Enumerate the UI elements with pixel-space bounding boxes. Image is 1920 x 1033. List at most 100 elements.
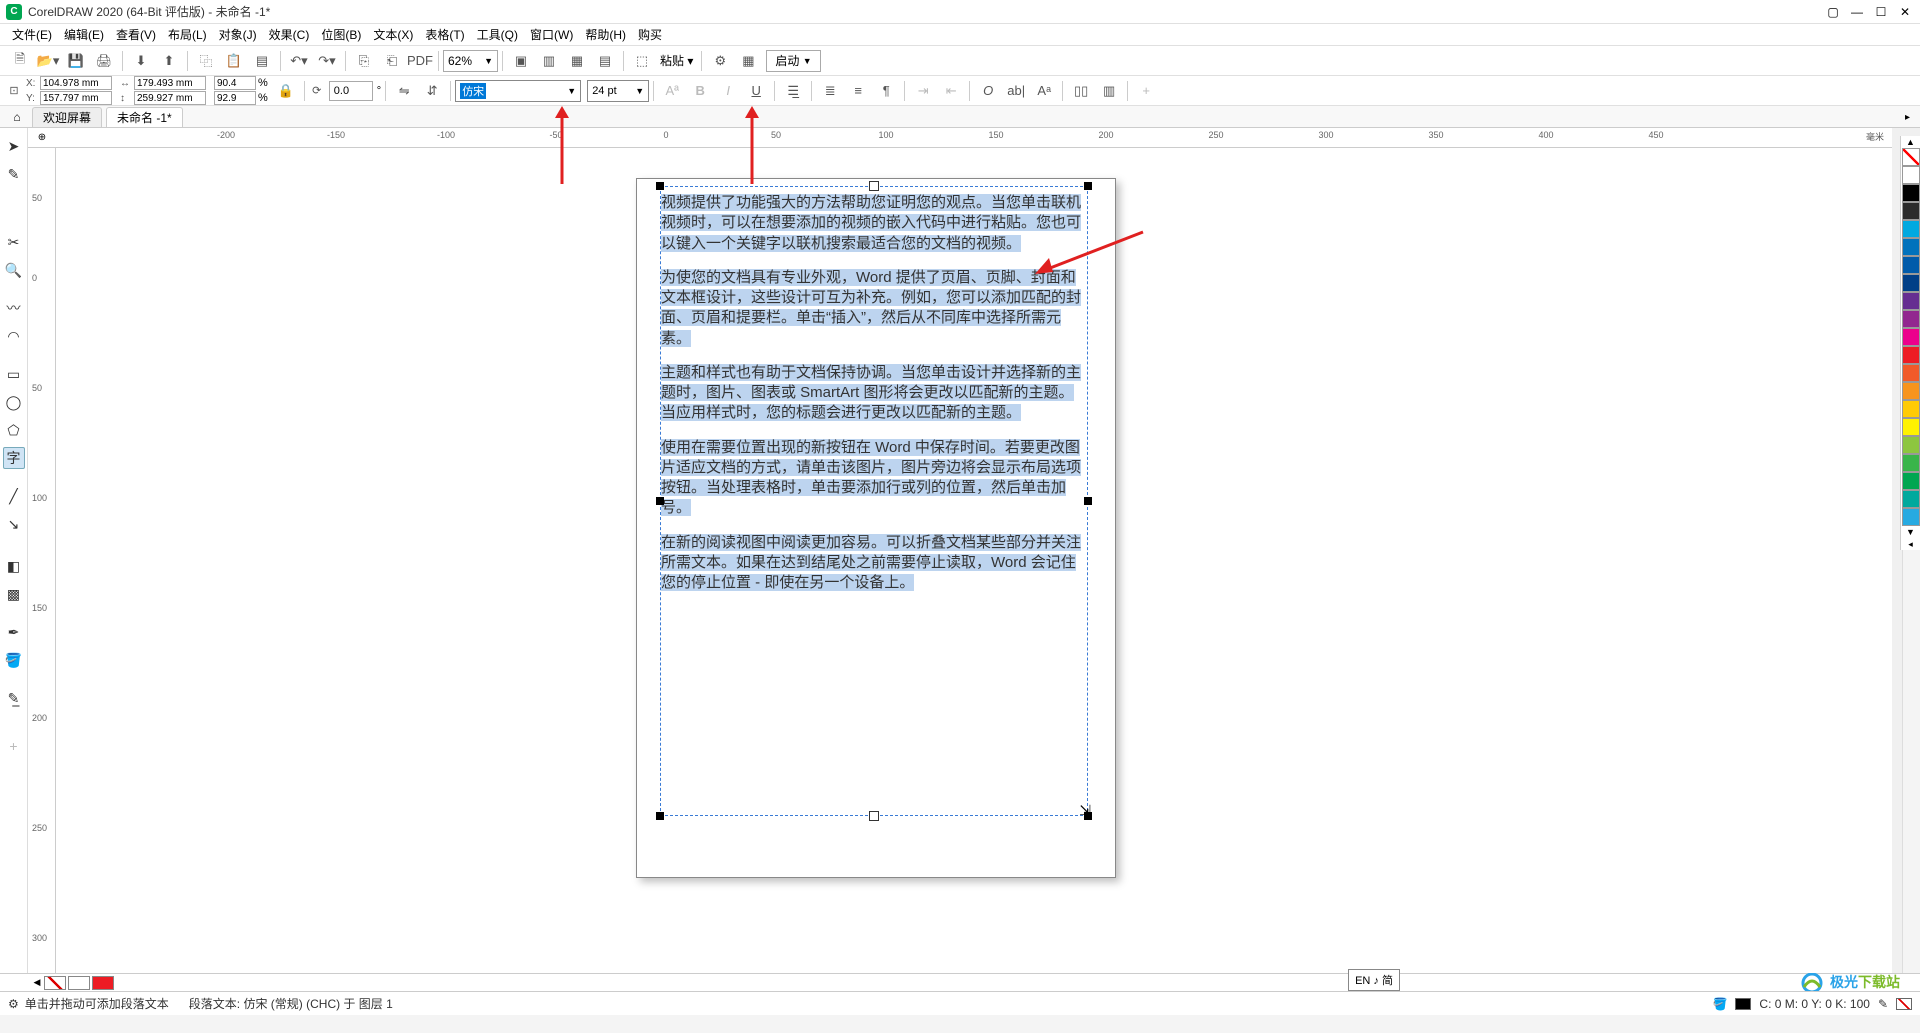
menu-bitmap[interactable]: 位图(B) [315, 24, 367, 45]
paragraph-text-frame[interactable]: ⇲ 视频提供了功能强大的方法帮助您证明您的观点。当您单击联机视频时，可以在想要添… [660, 186, 1088, 816]
palette-flyout-icon[interactable]: ◂ [1901, 538, 1920, 550]
dropshadow-icon[interactable]: ◧ [3, 555, 25, 577]
handle-top-left[interactable] [656, 182, 664, 190]
vertical-ruler[interactable]: 50 0 50 100 150 200 250 300 [28, 148, 56, 1008]
align-left-to-icon[interactable]: ⎘ [352, 49, 376, 73]
swatch-17[interactable] [1902, 472, 1920, 490]
text-style-icon[interactable]: Aª [660, 79, 684, 103]
palette-down-icon[interactable]: ▼ [1901, 526, 1920, 538]
swatch-7[interactable] [1902, 292, 1920, 310]
handle-mid-left[interactable] [656, 497, 664, 505]
scale-x-input[interactable]: 90.4 [214, 76, 256, 90]
width-input[interactable]: 179.493 mm [134, 76, 206, 90]
launcher-icon[interactable]: ▦ [736, 49, 760, 73]
add-tool-icon[interactable]: + [3, 735, 25, 757]
menu-layout[interactable]: 布局(L) [162, 24, 213, 45]
menu-view[interactable]: 查看(V) [110, 24, 162, 45]
swatch-14[interactable] [1902, 418, 1920, 436]
pos-y-input[interactable]: 157.797 mm [40, 91, 112, 105]
doc-swatch-red[interactable] [92, 976, 114, 990]
align-right-to-icon[interactable]: ⎗ [380, 49, 404, 73]
show-guides-icon[interactable]: ▤ [593, 49, 617, 73]
swatch-9[interactable] [1902, 328, 1920, 346]
indent-inc-icon[interactable]: ⇥ [911, 79, 935, 103]
fill-icon[interactable]: 🪣 [3, 649, 25, 671]
outline-icon[interactable]: ✎̲ [3, 687, 25, 709]
height-input[interactable]: 259.927 mm [134, 91, 206, 105]
swatch-3[interactable] [1902, 220, 1920, 238]
doc-swatch-none[interactable] [44, 976, 66, 990]
fill-swatch[interactable] [1735, 998, 1751, 1010]
swatch-19[interactable] [1902, 508, 1920, 526]
handle-mid-right[interactable] [1084, 497, 1092, 505]
save-icon[interactable]: 💾 [64, 49, 88, 73]
font-family-combo[interactable]: 仿宋 ▼ [455, 80, 581, 102]
indent-dec-icon[interactable]: ⇤ [939, 79, 963, 103]
menu-help[interactable]: 帮助(H) [579, 24, 632, 45]
redo-icon[interactable]: ↷▾ [315, 49, 339, 73]
status-options-icon[interactable]: ⚙ [8, 997, 19, 1011]
maximize-icon[interactable]: ☐ [1872, 3, 1890, 21]
text-flow-out-handle[interactable] [869, 811, 879, 821]
eyedropper-icon[interactable]: ✒ [3, 621, 25, 643]
show-grid-icon[interactable]: ▦ [565, 49, 589, 73]
import-icon[interactable]: ⬇ [129, 49, 153, 73]
tab-untitled[interactable]: 未命名 -1* [106, 107, 183, 127]
swatch-2[interactable] [1902, 202, 1920, 220]
text-align-icon[interactable]: ☰̲ [781, 79, 805, 103]
mirror-v-icon[interactable]: ⇵ [420, 79, 444, 103]
home-tab-icon[interactable]: ⌂ [6, 107, 28, 127]
outline-swatch[interactable] [1896, 998, 1912, 1010]
pdf-icon[interactable]: PDF [408, 49, 432, 73]
artistic-media-icon[interactable]: ◠ [3, 325, 25, 347]
pick-tool-icon[interactable]: ➤ [3, 135, 25, 157]
fullscreen-icon[interactable]: ▣ [509, 49, 533, 73]
show-rulers-icon[interactable]: ▥ [537, 49, 561, 73]
menu-buy[interactable]: 购买 [632, 24, 668, 45]
swatch-16[interactable] [1902, 454, 1920, 472]
swatch-5[interactable] [1902, 256, 1920, 274]
swatch-4[interactable] [1902, 238, 1920, 256]
text-frame-icon[interactable]: ▥ [1097, 79, 1121, 103]
ime-indicator[interactable]: EN ♪ 简 [1348, 969, 1400, 991]
swatch-0[interactable] [1902, 166, 1920, 184]
swatch-10[interactable] [1902, 346, 1920, 364]
drawing-canvas[interactable]: ⇲ 视频提供了功能强大的方法帮助您证明您的观点。当您单击联机视频时，可以在想要添… [56, 148, 1892, 1008]
dropcap-icon[interactable]: ¶ [874, 79, 898, 103]
text-flow-in-handle[interactable] [869, 181, 879, 191]
pos-x-input[interactable]: 104.978 mm [40, 76, 112, 90]
snap-icon[interactable]: ⬚ [630, 49, 654, 73]
undo-icon[interactable]: ↶▾ [287, 49, 311, 73]
swatch-1[interactable] [1902, 184, 1920, 202]
palette-up-icon[interactable]: ▲ [1901, 136, 1920, 148]
lock-ratio-icon[interactable]: 🔒 [274, 79, 298, 103]
swatch-18[interactable] [1902, 490, 1920, 508]
polygon-tool-icon[interactable]: ⬠ [3, 419, 25, 441]
swatch-11[interactable] [1902, 364, 1920, 382]
scale-y-input[interactable]: 92.9 [214, 91, 256, 105]
columns-icon[interactable]: ▯▯ [1069, 79, 1093, 103]
paragraph-text-content[interactable]: 视频提供了功能强大的方法帮助您证明您的观点。当您单击联机视频时，可以在想要添加的… [661, 187, 1087, 613]
swatch-12[interactable] [1902, 382, 1920, 400]
connector-icon[interactable]: ↘ [3, 513, 25, 535]
copy-icon[interactable]: ⿻ [194, 49, 218, 73]
italic-icon[interactable]: I [716, 79, 740, 103]
options-icon[interactable]: ⚙ [708, 49, 732, 73]
zoom-combo[interactable]: 62% ▼ [443, 50, 498, 72]
swatch-8[interactable] [1902, 310, 1920, 328]
tab-welcome[interactable]: 欢迎屏幕 [32, 107, 102, 127]
export-icon[interactable]: ⬆ [157, 49, 181, 73]
swatch-13[interactable] [1902, 400, 1920, 418]
tab-overflow-icon[interactable]: ▸ [1901, 108, 1914, 127]
doc-swatch-white[interactable] [68, 976, 90, 990]
char-format-icon[interactable]: Aᵃ [1032, 79, 1056, 103]
menu-tools[interactable]: 工具(Q) [471, 24, 524, 45]
rotation-input[interactable]: 0.0 [329, 81, 373, 101]
minimize-icon[interactable]: — [1848, 3, 1866, 21]
paste-dropdown[interactable]: 粘贴 ▾ [656, 52, 697, 69]
menu-table[interactable]: 表格(T) [419, 24, 470, 45]
launch-dropdown[interactable]: 启动 ▼ [766, 50, 820, 72]
bullets-icon[interactable]: ≣ [818, 79, 842, 103]
bold-icon[interactable]: B [688, 79, 712, 103]
zoom-tool-icon[interactable]: 🔍 [3, 259, 25, 281]
